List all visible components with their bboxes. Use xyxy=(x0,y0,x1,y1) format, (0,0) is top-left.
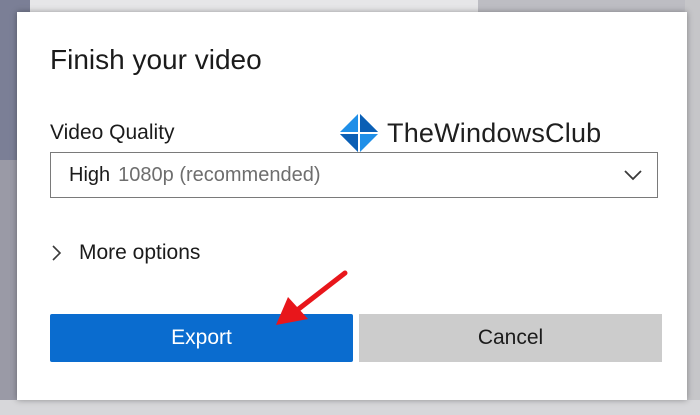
background-bottom xyxy=(0,400,700,415)
chevron-down-icon xyxy=(624,170,642,181)
video-quality-select[interactable]: High 1080p (recommended) xyxy=(50,152,658,198)
finish-video-dialog: Finish your video Video Quality TheWindo… xyxy=(17,12,687,400)
background-right xyxy=(685,0,700,415)
chevron-right-icon xyxy=(52,245,62,261)
select-value-main: High xyxy=(69,163,111,186)
select-value-detail: 1080p (recommended) xyxy=(118,163,321,186)
watermark: TheWindowsClub xyxy=(335,108,601,158)
dialog-title: Finish your video xyxy=(50,44,262,75)
more-options-toggle[interactable]: More options xyxy=(50,238,200,268)
windows-logo-icon xyxy=(339,113,379,153)
export-button[interactable]: Export xyxy=(50,314,353,362)
more-options-label: More options xyxy=(79,241,201,264)
watermark-text: TheWindowsClub xyxy=(387,117,602,148)
video-quality-label: Video Quality xyxy=(50,121,175,144)
cancel-button[interactable]: Cancel xyxy=(359,314,662,362)
